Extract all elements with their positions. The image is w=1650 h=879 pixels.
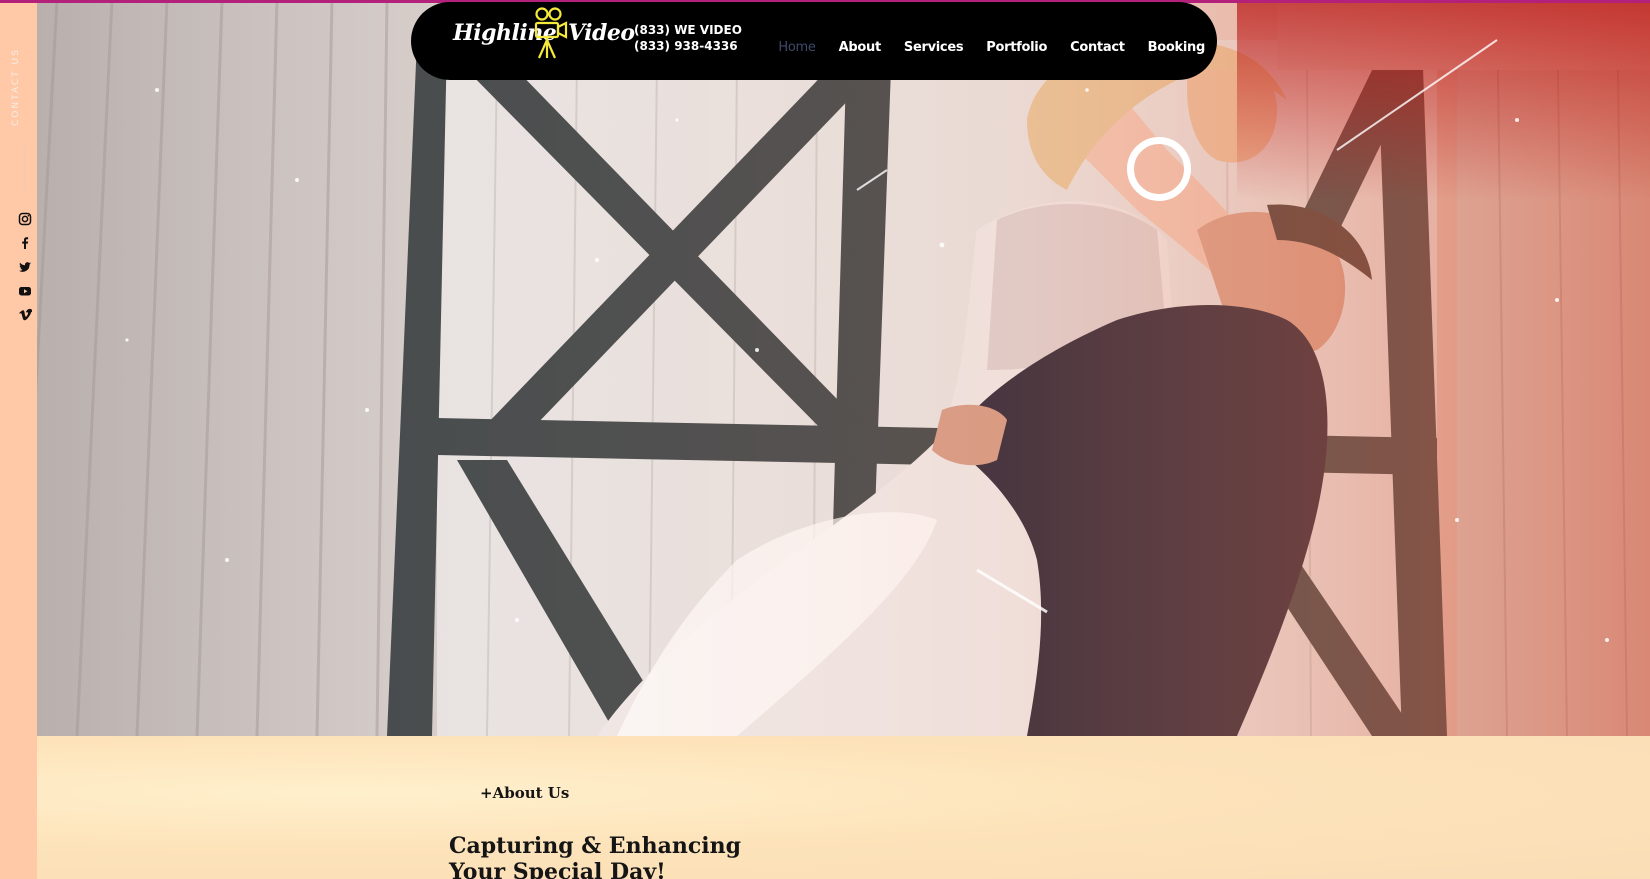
instagram-icon[interactable] xyxy=(18,212,32,226)
nav-about[interactable]: About xyxy=(839,40,882,55)
play-ring-icon[interactable] xyxy=(1127,137,1191,201)
vimeo-icon[interactable] xyxy=(18,308,32,322)
about-kicker: +About Us xyxy=(480,784,570,802)
logo-text-video: Video xyxy=(568,20,635,46)
top-navbar: Highline Video (833) WE VIDEO (833) 938-… xyxy=(411,2,1217,80)
nav-home[interactable]: Home xyxy=(778,40,816,55)
phone-number[interactable]: (833) 938-4336 xyxy=(634,38,742,54)
nav-services[interactable]: Services xyxy=(904,40,964,55)
main-nav: Home About Services Portfolio Contact Bo… xyxy=(755,40,1205,55)
nav-booking[interactable]: Booking xyxy=(1148,40,1206,55)
brand-logo[interactable]: Highline Video xyxy=(453,6,635,62)
about-title: Capturing & Enhancing Your Special Day! xyxy=(449,833,741,879)
phone-vanity[interactable]: (833) WE VIDEO xyxy=(634,22,742,38)
contact-us-link[interactable]: CONTACT US xyxy=(11,38,21,126)
youtube-icon[interactable] xyxy=(18,284,32,298)
twitter-icon[interactable] xyxy=(18,260,32,274)
phone-block: (833) WE VIDEO (833) 938-4336 xyxy=(634,22,742,54)
hero-video[interactable] xyxy=(37,0,1650,736)
nav-contact[interactable]: Contact xyxy=(1070,40,1125,55)
about-section: +About Us Capturing & Enhancing Your Spe… xyxy=(37,736,1650,879)
film-camera-icon xyxy=(534,7,568,59)
sidebar-divider xyxy=(24,146,25,190)
nav-portfolio[interactable]: Portfolio xyxy=(986,40,1047,55)
left-sidebar: CONTACT US xyxy=(0,0,37,879)
facebook-icon[interactable] xyxy=(18,236,32,250)
hero-image xyxy=(37,0,1650,736)
